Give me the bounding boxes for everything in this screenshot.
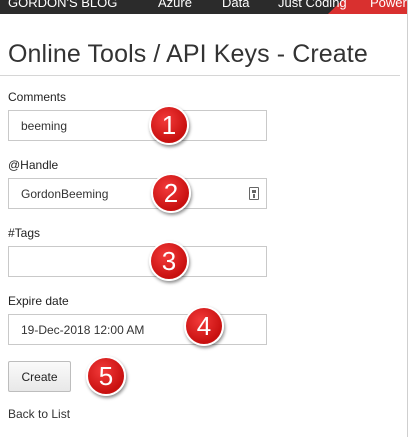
password-manager-key-icon[interactable] [249, 187, 259, 200]
handle-input[interactable]: GordonBeeming [8, 178, 267, 209]
annotation-badge-5: 5 [86, 356, 126, 396]
annotation-badge-2: 2 [151, 173, 191, 213]
tags-input[interactable] [8, 246, 267, 277]
expire-date-value: 19-Dec-2018 12:00 AM [21, 323, 145, 337]
comments-value: beeming [21, 119, 68, 133]
nav-item-just-coding[interactable]: Just Coding [278, 0, 347, 10]
handle-value: GordonBeeming [21, 187, 109, 201]
annotation-badge-3: 3 [149, 241, 189, 281]
top-nav-bar: GORDON'S BLOG Azure Data Just Coding Pow… [0, 0, 408, 14]
tags-label: #Tags [8, 226, 41, 240]
back-to-list-link[interactable]: Back to List [8, 407, 70, 421]
handle-label: @Handle [8, 158, 59, 172]
annotation-badge-1: 1 [149, 105, 189, 145]
nav-item-azure[interactable]: Azure [158, 0, 192, 10]
page-title: Online Tools / API Keys - Create [8, 40, 368, 68]
nav-item-power[interactable]: Power [370, 0, 407, 10]
expire-date-label: Expire date [8, 294, 69, 308]
comments-input[interactable]: beeming [8, 110, 267, 141]
create-button[interactable]: Create [8, 361, 71, 392]
nav-item-data[interactable]: Data [222, 0, 249, 10]
expire-date-input[interactable]: 19-Dec-2018 12:00 AM [8, 314, 267, 345]
nav-brand-link[interactable]: GORDON'S BLOG [8, 0, 117, 10]
comments-label: Comments [8, 90, 67, 104]
title-divider [0, 75, 400, 76]
annotation-badge-4: 4 [184, 306, 224, 346]
